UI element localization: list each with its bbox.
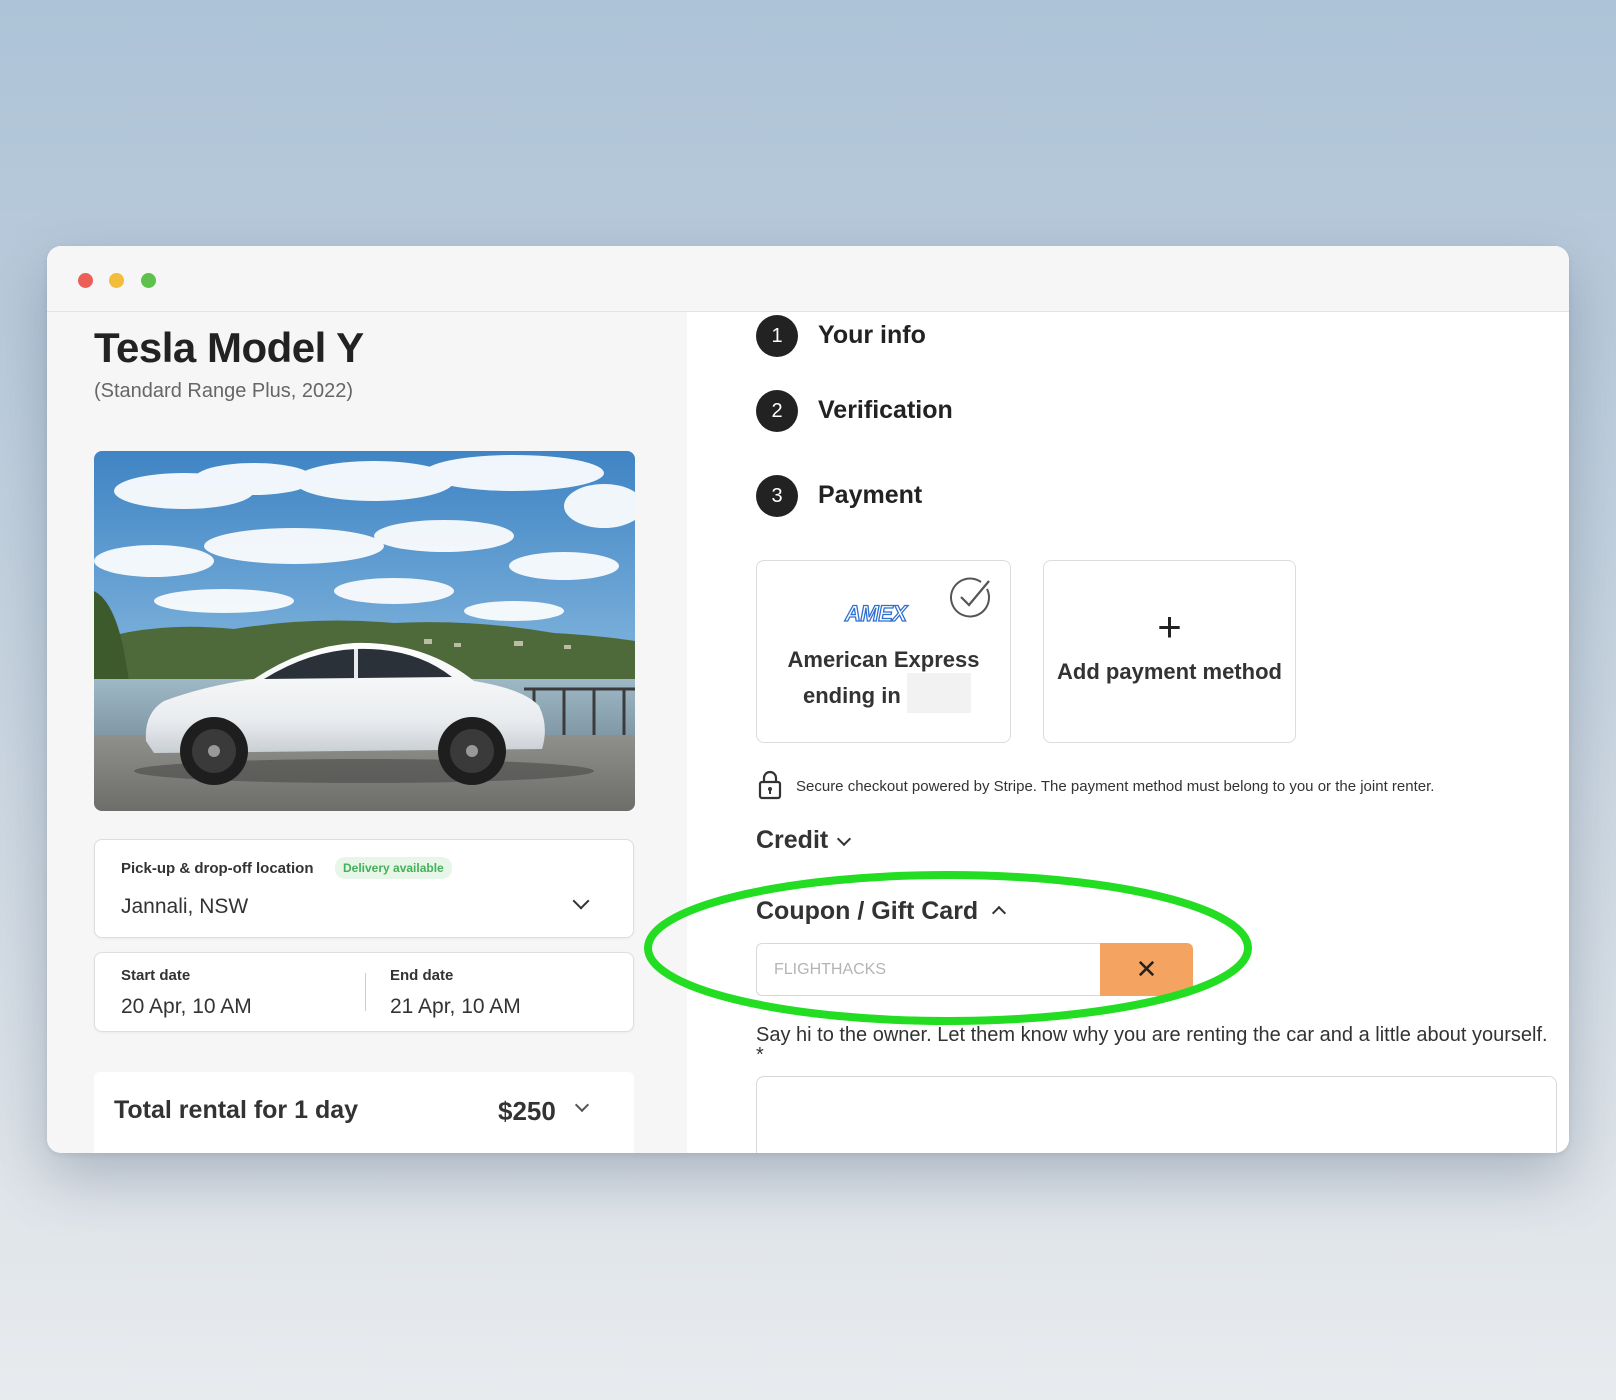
owner-message-prompt: Say hi to the owner. Let them know why y…: [756, 1024, 1548, 1066]
coupon-toggle[interactable]: Coupon / Gift Card: [756, 897, 978, 926]
step-label: Payment: [818, 481, 923, 509]
coupon-input[interactable]: [756, 943, 1101, 996]
close-window-button[interactable]: [78, 273, 93, 288]
plus-icon: +: [1157, 603, 1182, 650]
zoom-window-button[interactable]: [141, 273, 156, 288]
window-titlebar: [47, 246, 1569, 312]
car-photo-image: [94, 451, 635, 811]
delivery-badge: Delivery available: [335, 857, 452, 879]
start-date-label: Start date: [121, 967, 191, 984]
location-value: Jannali, NSW: [121, 895, 249, 918]
amex-payment-card[interactable]: AMEX American Express ending in: [756, 560, 1011, 743]
chevron-down-icon[interactable]: [574, 1097, 590, 1113]
add-payment-label: Add payment method: [1057, 659, 1282, 684]
date-divider: [365, 973, 366, 1011]
car-subtitle: (Standard Range Plus, 2022): [94, 380, 354, 402]
step-number: 2: [756, 390, 798, 432]
step-number: 3: [756, 475, 798, 517]
checkout-panel: 1 Your info 2 Verification 3 Payment AME…: [687, 312, 1569, 1153]
redacted-card-digits: [907, 673, 971, 713]
close-icon: ✕: [1135, 954, 1158, 985]
date-range-field: Start date 20 Apr, 10 AM End date 21 Apr…: [94, 952, 634, 1032]
car-title: Tesla Model Y: [94, 324, 364, 371]
car-photo: [94, 451, 635, 811]
check-circle-icon: [947, 575, 995, 626]
step-label: Your info: [818, 321, 926, 349]
end-date-value: 21 Apr, 10 AM: [390, 995, 521, 1018]
total-price: $250: [498, 1096, 556, 1126]
credit-toggle[interactable]: Credit: [756, 826, 828, 855]
total-rental-row[interactable]: Total rental for 1 day $250: [94, 1072, 634, 1153]
start-date-value: 20 Apr, 10 AM: [121, 995, 252, 1018]
amex-card-name: American Express: [787, 647, 980, 672]
lock-icon: [758, 770, 782, 805]
listing-panel: Tesla Model Y (Standard Range Plus, 2022…: [47, 312, 687, 1153]
step-number: 1: [756, 315, 798, 357]
amex-card-ending: ending in: [803, 683, 901, 708]
owner-message-textarea[interactable]: [756, 1076, 1557, 1153]
chevron-up-icon[interactable]: [991, 905, 1007, 921]
chevron-down-icon[interactable]: [836, 831, 852, 847]
chevron-down-icon[interactable]: [572, 892, 590, 910]
end-date-label: End date: [390, 967, 454, 984]
minimize-window-button[interactable]: [109, 273, 124, 288]
secure-checkout-text: Secure checkout powered by Stripe. The p…: [796, 778, 1435, 795]
location-label: Pick-up & drop-off location: [121, 860, 314, 877]
location-field[interactable]: Pick-up & drop-off location Delivery ava…: [94, 839, 634, 938]
add-payment-method-button[interactable]: + Add payment method: [1043, 560, 1296, 743]
amex-logo: AMEX: [844, 600, 907, 626]
coupon-clear-button[interactable]: ✕: [1100, 943, 1193, 996]
app-window: Tesla Model Y (Standard Range Plus, 2022…: [47, 246, 1569, 1153]
step-label: Verification: [818, 396, 953, 424]
total-label: Total rental for 1 day: [114, 1096, 359, 1124]
